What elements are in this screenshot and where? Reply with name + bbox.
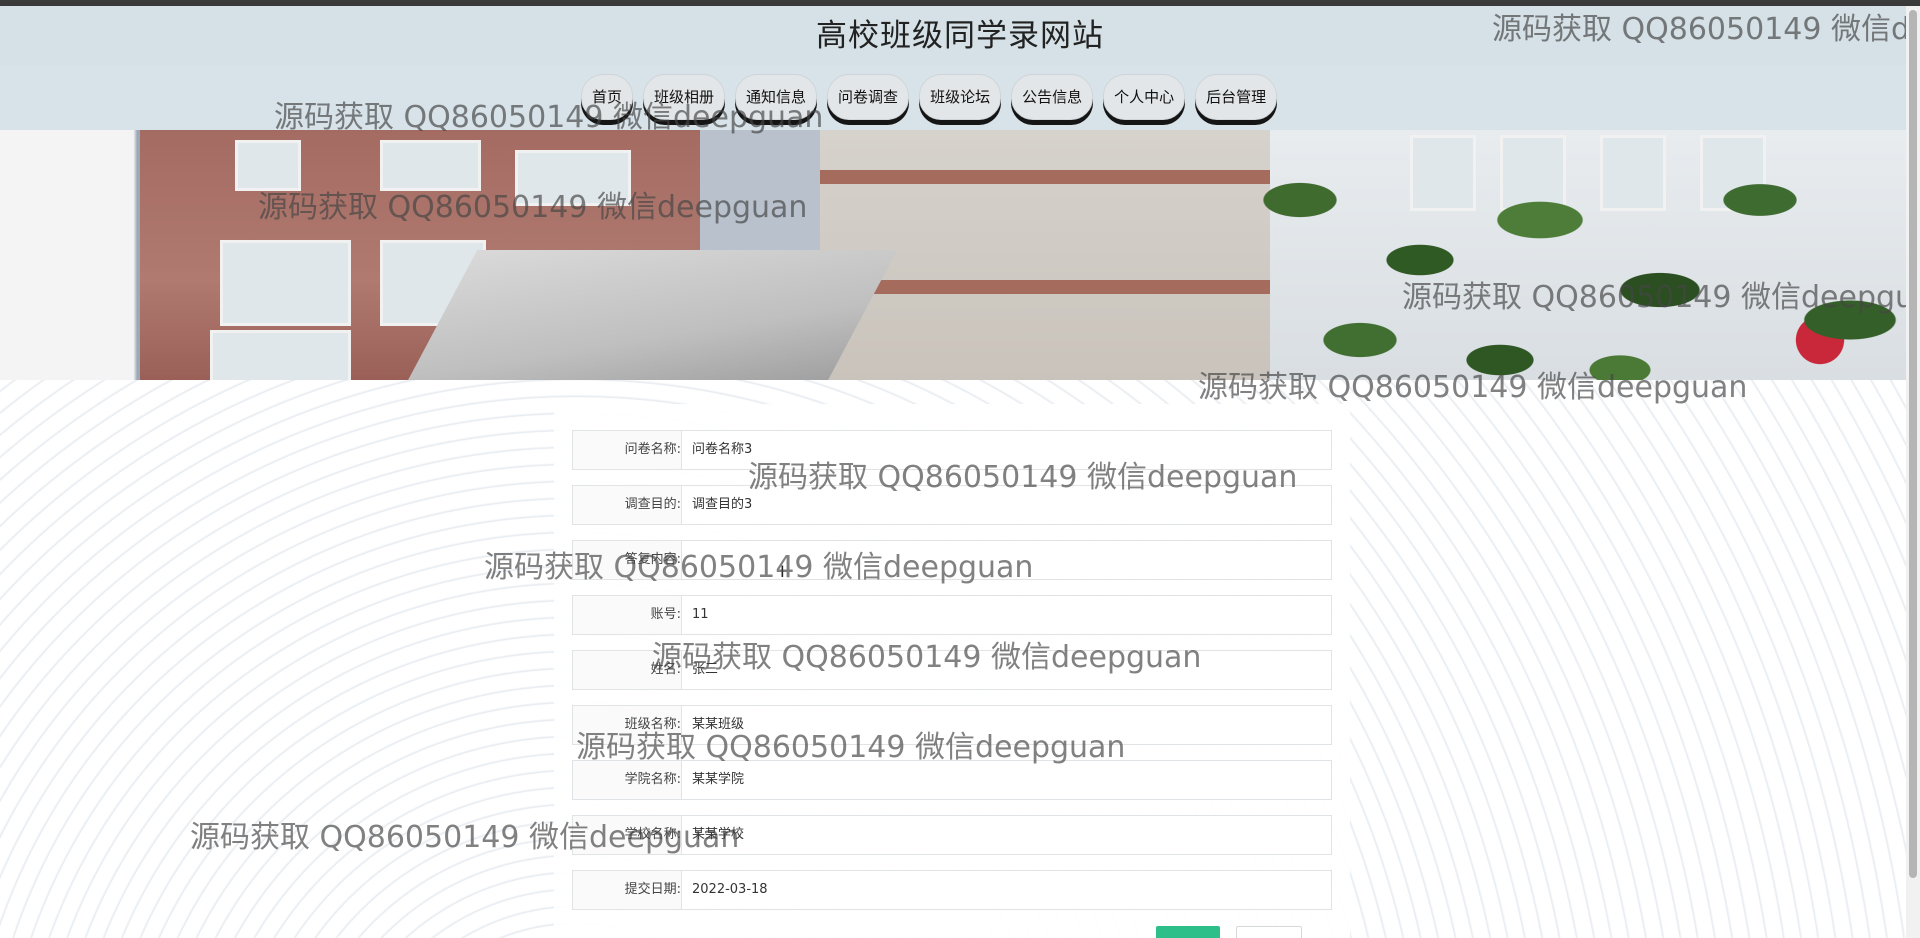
nav-item-forum[interactable]: 班级论坛 bbox=[919, 74, 1002, 120]
form-row-survey-name: 问卷名称: 问卷名称3 bbox=[572, 430, 1332, 470]
nav-item-profile[interactable]: 个人中心 bbox=[1103, 74, 1186, 120]
nav-item-admin[interactable]: 后台管理 bbox=[1195, 74, 1278, 120]
form-label: 班级名称: bbox=[624, 717, 681, 732]
form-label: 答复内容: bbox=[624, 552, 681, 567]
banner-stripe bbox=[820, 170, 1270, 184]
back-button[interactable] bbox=[1236, 926, 1302, 938]
banner-window bbox=[220, 240, 351, 326]
class-name-field[interactable]: 某某班级 bbox=[682, 705, 1332, 745]
submit-button[interactable] bbox=[1156, 926, 1220, 938]
banner-image bbox=[0, 130, 1906, 380]
survey-detail-form: 问卷名称: 问卷名称3 调查目的: 调查目的3 答复内容: 账号: 11 姓名:… bbox=[554, 404, 1350, 938]
form-row-name: 姓名: 张三 bbox=[572, 650, 1332, 690]
vertical-scrollbar[interactable] bbox=[1906, 6, 1920, 938]
form-row-submit-date: 提交日期: 2022-03-18 bbox=[572, 870, 1332, 910]
nav-item-announcement[interactable]: 公告信息 bbox=[1011, 74, 1094, 120]
form-label: 调查目的: bbox=[624, 497, 681, 512]
banner-window bbox=[380, 140, 481, 191]
form-row-answer: 答复内容: bbox=[572, 540, 1332, 580]
banner-foliage bbox=[1240, 140, 1906, 380]
form-label: 姓名: bbox=[650, 662, 681, 677]
form-label: 学院名称: bbox=[624, 772, 681, 787]
purpose-field[interactable]: 调查目的3 bbox=[682, 485, 1332, 525]
banner-window bbox=[235, 140, 301, 191]
form-label: 问卷名称: bbox=[624, 442, 681, 457]
form-row-purpose: 调查目的: 调查目的3 bbox=[572, 485, 1332, 525]
text-cursor-icon: I bbox=[780, 562, 785, 581]
form-label: 学校名称: bbox=[624, 827, 681, 842]
nav-item-notice[interactable]: 通知信息 bbox=[735, 74, 818, 120]
form-row-class: 班级名称: 某某班级 bbox=[572, 705, 1332, 745]
banner-stripe bbox=[820, 280, 1270, 294]
nav-item-survey[interactable]: 问卷调查 bbox=[827, 74, 910, 120]
site-header: 高校班级同学录网站 bbox=[0, 6, 1920, 66]
banner-window bbox=[210, 330, 351, 380]
nav-item-class-album[interactable]: 班级相册 bbox=[643, 74, 726, 120]
school-name-field[interactable]: 某某学校 bbox=[682, 815, 1332, 855]
nav-item-home[interactable]: 首页 bbox=[581, 74, 634, 120]
form-row-college: 学院名称: 某某学院 bbox=[572, 760, 1332, 800]
site-title: 高校班级同学录网站 bbox=[816, 18, 1104, 54]
form-row-account: 账号: 11 bbox=[572, 595, 1332, 635]
name-field[interactable]: 张三 bbox=[682, 650, 1332, 690]
survey-name-field[interactable]: 问卷名称3 bbox=[682, 430, 1332, 470]
scrollbar-thumb[interactable] bbox=[1909, 10, 1917, 878]
banner-window bbox=[515, 150, 631, 206]
main-nav: 首页 班级相册 通知信息 问卷调查 班级论坛 公告信息 个人中心 后台管理 bbox=[0, 66, 1920, 130]
banner-canopy bbox=[402, 250, 898, 380]
form-row-school: 学校名称: 某某学校 bbox=[572, 815, 1332, 855]
form-label: 账号: bbox=[650, 607, 681, 622]
college-name-field[interactable]: 某某学院 bbox=[682, 760, 1332, 800]
submit-date-field[interactable]: 2022-03-18 bbox=[682, 870, 1332, 910]
form-label: 提交日期: bbox=[624, 882, 681, 897]
account-field[interactable]: 11 bbox=[682, 595, 1332, 635]
